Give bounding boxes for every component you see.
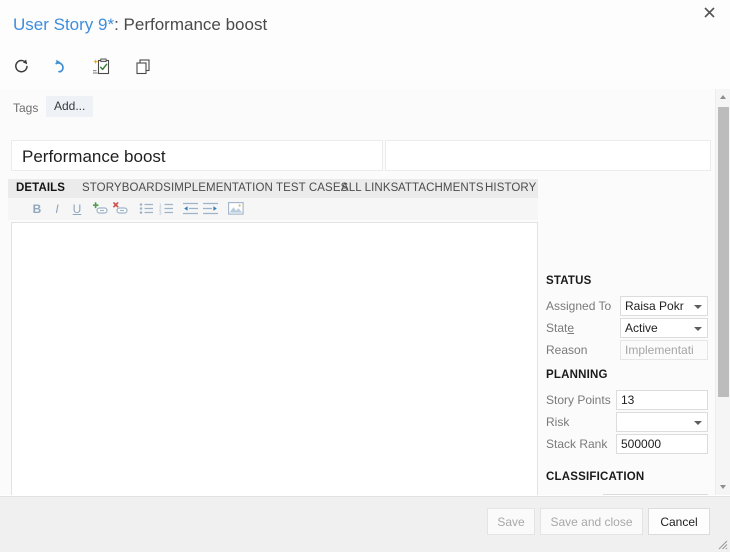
reason-field: Implementati — [620, 340, 708, 360]
title-input-value: Performance boost — [22, 147, 166, 167]
insert-image-icon[interactable] — [227, 200, 245, 218]
svg-text:3: 3 — [159, 210, 162, 215]
tab-all-links[interactable]: ALL LINKS — [341, 179, 398, 198]
tab-strip: DETAILS STORYBOARDS IMPLEMENTATION TEST … — [8, 179, 538, 198]
tab-history[interactable]: HISTORY — [485, 179, 536, 198]
numbered-list-icon[interactable]: 1 2 3 — [157, 200, 175, 218]
assigned-to-value: Raisa Pokr — [625, 299, 691, 313]
chevron-down-icon — [694, 421, 702, 425]
tab-details[interactable]: DETAILS — [16, 179, 65, 198]
classification-group-header: CLASSIFICATION — [546, 471, 644, 483]
bold-icon[interactable]: B — [28, 200, 46, 218]
work-item-form: Tags Add... Performance boost DETAILS ST… — [0, 89, 715, 495]
tags-label: Tags — [13, 101, 38, 115]
undo-icon[interactable] — [46, 54, 76, 82]
story-points-value: 13 — [621, 393, 703, 407]
state-label: State — [546, 321, 574, 335]
cancel-button[interactable]: Cancel — [648, 508, 710, 535]
assigned-to-dropdown[interactable]: Raisa Pokr — [620, 296, 708, 316]
new-linked-item-icon[interactable] — [86, 54, 116, 82]
story-points-label: Story Points — [546, 393, 611, 407]
underline-icon[interactable]: U — [68, 200, 86, 218]
title-input[interactable]: Performance boost — [11, 140, 383, 171]
add-tag-button[interactable]: Add... — [46, 96, 93, 117]
planning-group-header: PLANNING — [546, 369, 608, 381]
tab-implementation[interactable]: IMPLEMENTATION — [171, 179, 273, 198]
tab-storyboards[interactable]: STORYBOARDS — [82, 179, 171, 198]
copy-icon[interactable] — [128, 54, 158, 82]
italic-icon[interactable]: I — [48, 200, 66, 218]
state-dropdown[interactable]: Active — [620, 318, 708, 338]
status-group-header: STATUS — [546, 275, 592, 287]
scroll-down-icon[interactable] — [716, 480, 730, 495]
chevron-down-icon — [694, 305, 702, 309]
page-title: User Story 9*: Performance boost — [13, 15, 267, 35]
stack-rank-label: Stack Rank — [546, 437, 607, 451]
scroll-up-icon[interactable] — [716, 89, 730, 104]
state-value: Active — [625, 321, 691, 335]
risk-dropdown[interactable] — [616, 412, 708, 432]
outdent-icon[interactable] — [182, 200, 200, 218]
tab-test-cases[interactable]: TEST CASES — [276, 179, 348, 198]
dialog-footer: Save Save and close Cancel — [0, 496, 730, 552]
window-title-bar: User Story 9*: Performance boost — [0, 0, 730, 49]
stack-rank-value: 500000 — [621, 437, 703, 451]
area-dropdown[interactable]: Fabrikam — [603, 494, 708, 495]
tab-attachments[interactable]: ATTACHMENTS — [398, 179, 484, 198]
rich-text-toolbar: B I U — [8, 198, 538, 220]
refresh-icon[interactable] — [6, 54, 36, 82]
command-toolbar — [0, 48, 730, 90]
close-icon[interactable] — [698, 4, 720, 24]
tags-row: Tags Add... — [0, 89, 715, 125]
remove-link-icon[interactable] — [112, 200, 130, 218]
save-button[interactable]: Save — [487, 508, 535, 535]
insert-link-icon[interactable] — [92, 200, 110, 218]
work-item-link[interactable]: User Story 9* — [13, 15, 114, 34]
indent-icon[interactable] — [202, 200, 220, 218]
save-and-close-button[interactable]: Save and close — [540, 508, 643, 535]
description-editor[interactable] — [11, 222, 538, 495]
bullet-list-icon[interactable] — [137, 200, 155, 218]
vertical-scrollbar[interactable] — [715, 89, 730, 495]
chevron-down-icon — [694, 327, 702, 331]
resize-grip[interactable] — [714, 536, 728, 550]
work-item-title-suffix: : Performance boost — [114, 15, 267, 34]
risk-label: Risk — [546, 415, 569, 429]
reason-value: Implementati — [625, 343, 703, 357]
reason-label: Reason — [546, 343, 587, 357]
assigned-to-label: Assigned To — [546, 299, 611, 313]
stack-rank-input[interactable]: 500000 — [616, 434, 708, 454]
secondary-input[interactable] — [385, 140, 711, 171]
story-points-input[interactable]: 13 — [616, 390, 708, 410]
scrollbar-thumb[interactable] — [718, 107, 729, 397]
